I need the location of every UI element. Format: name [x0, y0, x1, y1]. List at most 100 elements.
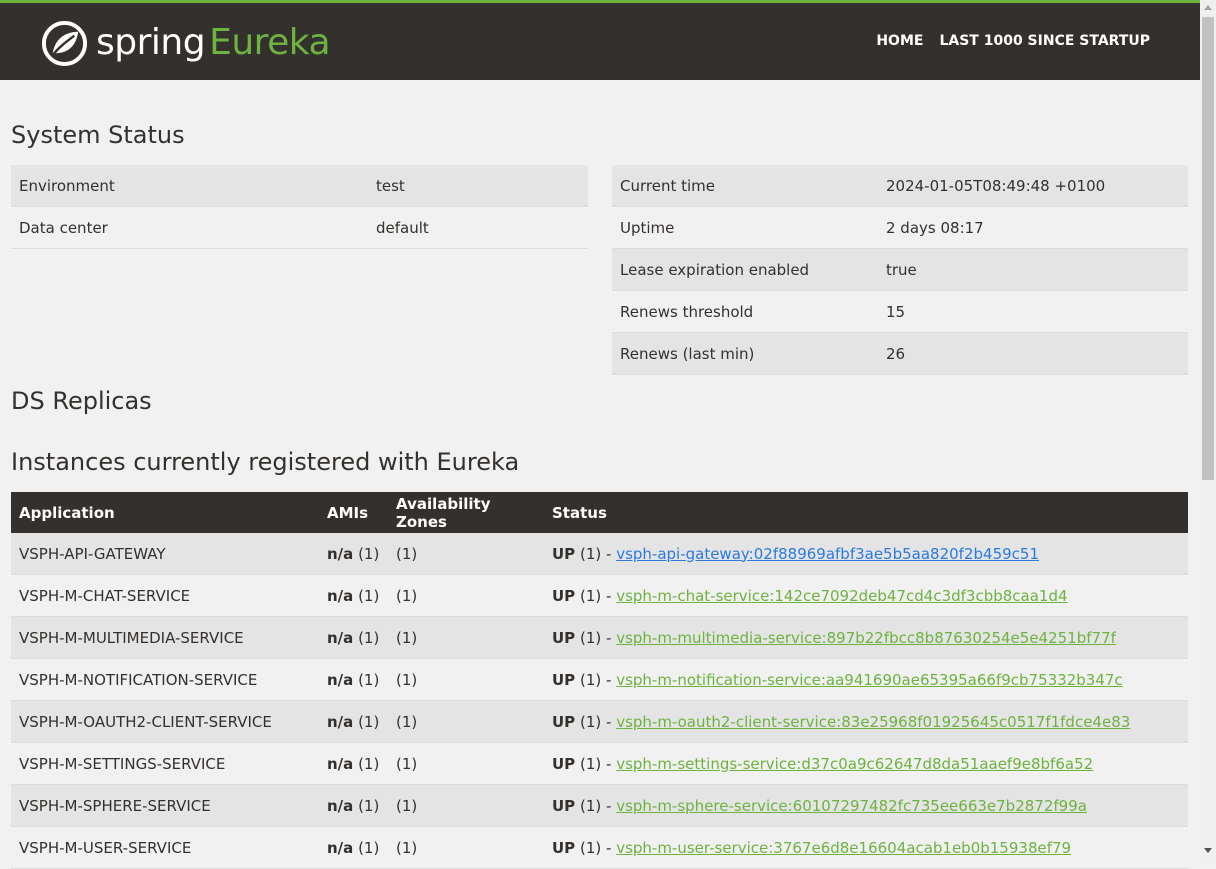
scroll-thumb[interactable]: [1202, 17, 1214, 480]
status-count: (1) -: [579, 754, 612, 773]
column-header-status: Status: [552, 503, 607, 522]
status-value: 2024-01-05T08:49:48 +0100: [886, 176, 1106, 195]
table-row: VSPH-M-SPHERE-SERVICE n/a (1) (1) UP (1) - …: [11, 784, 1188, 827]
application-name: VSPH-M-MULTIMEDIA-SERVICE: [11, 617, 319, 659]
status-value: 15: [886, 302, 906, 321]
column-header-availability-zones: Availability Zones: [396, 494, 491, 531]
amis-cell: n/a (1): [319, 659, 388, 701]
instance-link[interactable]: vsph-api-gateway:02f88969afbf3ae5b5aa820…: [616, 545, 1039, 563]
instances-table: Application AMIs Availability Zones Stat…: [11, 492, 1188, 869]
az-count: (1): [396, 838, 418, 857]
instance-link[interactable]: vsph-m-chat-service:142ce7092deb47cd4c3d…: [616, 587, 1067, 605]
table-row: Lease expiration enabled true: [612, 248, 1188, 291]
ami-value: n/a: [327, 754, 354, 773]
ami-value: n/a: [327, 838, 354, 857]
amis-cell: n/a (1): [319, 827, 388, 869]
table-row: VSPH-M-SETTINGS-SERVICE n/a (1) (1) UP (1) …: [11, 743, 1188, 785]
nav-last-1000-link[interactable]: LAST 1000 SINCE STARTUP: [939, 33, 1150, 49]
amis-cell: n/a (1): [319, 533, 388, 575]
logo-word: spring: [96, 22, 206, 63]
status-value: true: [886, 260, 917, 279]
application-name-text: VSPH-M-SETTINGS-SERVICE: [19, 754, 226, 773]
application-name: VSPH-M-USER-SERVICE: [11, 827, 319, 869]
status-label: Renews (last min): [620, 344, 755, 363]
az-count: (1): [396, 670, 418, 689]
availability-zones-cell: (1): [388, 617, 544, 659]
scroll-down-arrow-icon[interactable]: [1204, 848, 1212, 853]
availability-zones-cell: (1): [388, 701, 544, 743]
status-value: UP: [552, 544, 576, 563]
az-count: (1): [396, 586, 418, 605]
status-label: Renews threshold: [620, 302, 754, 321]
status-count: (1) -: [579, 670, 612, 689]
application-name-text: VSPH-M-NOTIFICATION-SERVICE: [19, 670, 258, 689]
status-count: (1) -: [579, 796, 612, 815]
amis-cell: n/a (1): [319, 617, 388, 659]
application-name-text: VSPH-M-CHAT-SERVICE: [19, 586, 191, 605]
vertical-scrollbar[interactable]: [1200, 0, 1216, 860]
table-row: Current time 2024-01-05T08:49:48 +0100: [612, 165, 1188, 207]
ami-count: (1): [358, 796, 380, 815]
status-cell: UP (1) - vsph-m-sphere-service:601072974…: [544, 785, 1188, 827]
ami-value: n/a: [327, 544, 354, 563]
status-value: UP: [552, 712, 576, 731]
ami-value: n/a: [327, 586, 354, 605]
amis-cell: n/a (1): [319, 785, 388, 827]
status-count: (1) -: [579, 838, 612, 857]
logo-text: spring Eureka: [96, 22, 331, 63]
table-row: Renews threshold 15: [612, 290, 1188, 333]
system-status-heading: System Status: [11, 121, 185, 149]
instance-link[interactable]: vsph-m-notification-service:aa941690ae65…: [616, 671, 1122, 689]
column-header-amis: AMIs: [327, 503, 369, 522]
ami-value: n/a: [327, 796, 354, 815]
instance-link[interactable]: vsph-m-oauth2-client-service:83e25968f01…: [616, 713, 1130, 731]
ami-value: n/a: [327, 670, 354, 689]
availability-zones-cell: (1): [388, 743, 544, 785]
application-name: VSPH-M-NOTIFICATION-SERVICE: [11, 659, 319, 701]
status-cell: UP (1) - vsph-m-multimedia-service:897b2…: [544, 617, 1188, 659]
status-count: (1) -: [579, 544, 612, 563]
ami-count: (1): [358, 544, 380, 563]
column-header-application: Application: [19, 503, 115, 522]
status-value: UP: [552, 670, 576, 689]
table-row: Data center default: [11, 207, 588, 249]
application-name: VSPH-M-CHAT-SERVICE: [11, 575, 319, 617]
table-row: Environment test: [11, 165, 588, 207]
status-label: Environment: [19, 176, 115, 195]
instance-link[interactable]: vsph-m-user-service:3767e6d8e16604acab1e…: [616, 839, 1071, 857]
spring-leaf-icon: [41, 20, 88, 66]
availability-zones-cell: (1): [388, 659, 544, 701]
status-value: UP: [552, 628, 576, 647]
status-cell: UP (1) - vsph-m-settings-service:d37c0a9…: [544, 743, 1188, 785]
status-value: 2 days 08:17: [886, 218, 984, 237]
instance-link[interactable]: vsph-m-sphere-service:60107297482fc735ee…: [616, 797, 1087, 815]
status-value: UP: [552, 838, 576, 857]
ami-value: n/a: [327, 628, 354, 647]
application-name: VSPH-API-GATEWAY: [11, 533, 319, 575]
status-cell: UP (1) - vsph-m-notification-service:aa9…: [544, 659, 1188, 701]
table-row: VSPH-M-CHAT-SERVICE n/a (1) (1) UP (1) - vs…: [11, 575, 1188, 617]
application-name-text: VSPH-M-MULTIMEDIA-SERVICE: [19, 628, 244, 647]
status-cell: UP (1) - vsph-m-user-service:3767e6d8e16…: [544, 827, 1188, 869]
table-row: Uptime 2 days 08:17: [612, 206, 1188, 249]
top-nav: HOME LAST 1000 SINCE STARTUP: [876, 33, 1150, 49]
status-value: UP: [552, 586, 576, 605]
status-value: UP: [552, 796, 576, 815]
instances-heading: Instances currently registered with Eure…: [11, 448, 520, 476]
availability-zones-cell: (1): [388, 575, 544, 617]
application-name-text: VSPH-M-OAUTH2-CLIENT-SERVICE: [19, 712, 272, 731]
ds-replicas-heading: DS Replicas: [11, 387, 152, 415]
scroll-up-arrow-icon[interactable]: [1204, 5, 1212, 10]
ami-count: (1): [358, 586, 380, 605]
availability-zones-cell: (1): [388, 533, 544, 575]
nav-home-link[interactable]: HOME: [876, 33, 923, 49]
status-label: Current time: [620, 176, 715, 195]
amis-cell: n/a (1): [319, 701, 388, 743]
status-value: 26: [886, 344, 906, 363]
status-count: (1) -: [579, 628, 612, 647]
table-row: VSPH-M-NOTIFICATION-SERVICE n/a (1) (1) UP …: [11, 659, 1188, 701]
ami-count: (1): [358, 712, 380, 731]
instance-link[interactable]: vsph-m-multimedia-service:897b22fbcc8b87…: [616, 629, 1116, 647]
spring-eureka-logo[interactable]: spring Eureka: [41, 19, 331, 67]
instance-link[interactable]: vsph-m-settings-service:d37c0a9c62647d8d…: [616, 755, 1093, 773]
